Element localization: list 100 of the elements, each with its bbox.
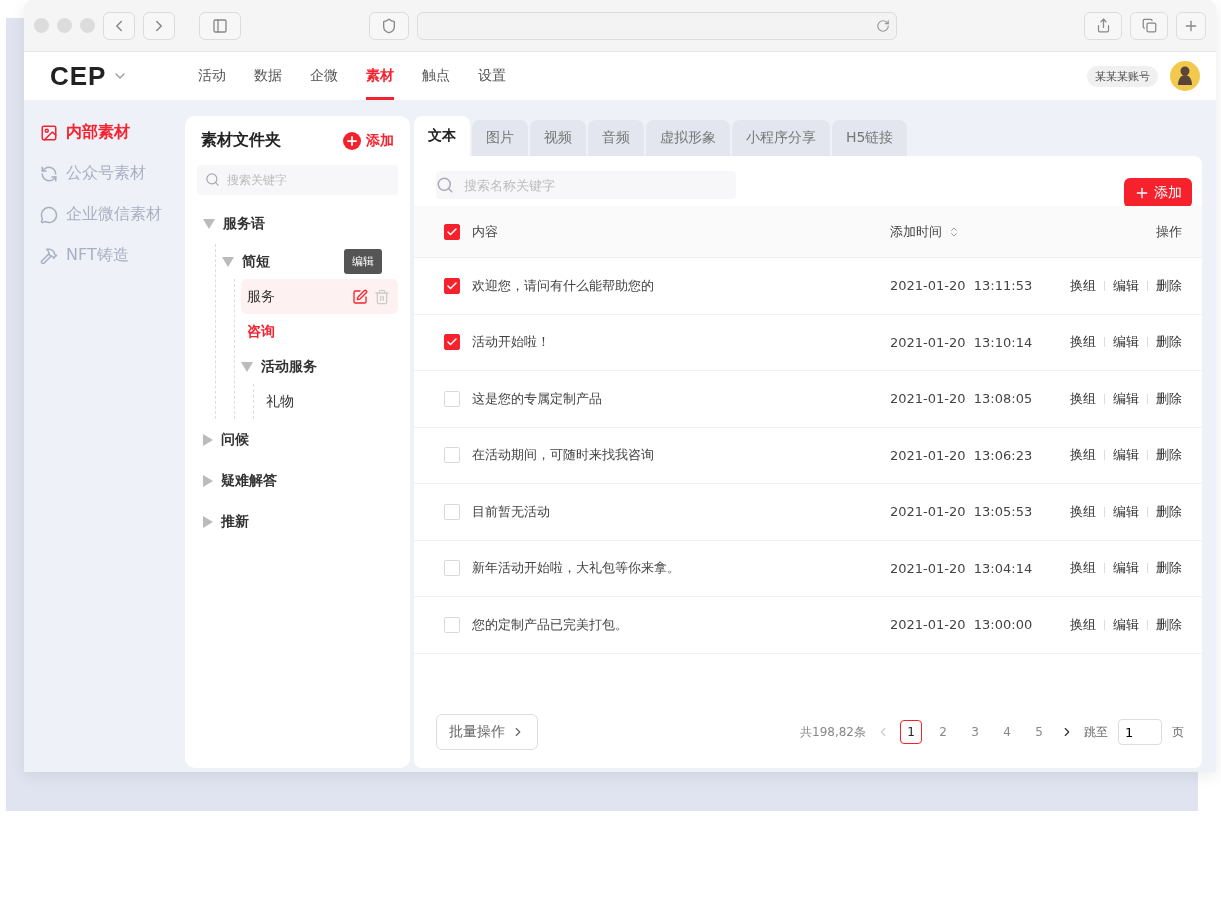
action-link[interactable]: 编辑 bbox=[1113, 615, 1139, 634]
folder-label[interactable]: 问候 bbox=[221, 430, 250, 449]
action-link[interactable]: 编辑 bbox=[1113, 389, 1139, 408]
nav-tab[interactable]: 数据 bbox=[254, 52, 283, 100]
content-tab[interactable]: 图片 bbox=[472, 120, 528, 156]
action-link[interactable]: 编辑 bbox=[1113, 333, 1139, 352]
sidebar-icon[interactable] bbox=[212, 17, 228, 34]
sidebar-item[interactable]: 内部素材 bbox=[40, 122, 182, 143]
total-count: 共198,82条 bbox=[800, 723, 866, 741]
caret-right-icon[interactable] bbox=[203, 515, 214, 528]
nav-tab[interactable]: 设置 bbox=[478, 52, 507, 100]
table-cell: 2021-01-20 13:06:23 bbox=[890, 447, 1033, 463]
nav-tab[interactable]: 企微 bbox=[310, 52, 339, 100]
action-link[interactable]: 换组 bbox=[1070, 389, 1096, 408]
chat-icon bbox=[40, 205, 58, 224]
forward-button[interactable] bbox=[143, 11, 175, 40]
action-link[interactable]: 删除 bbox=[1156, 502, 1182, 521]
image-icon bbox=[40, 123, 58, 142]
table-cell: 在活动期间，可随时来找我咨询 bbox=[472, 446, 654, 465]
avatar-icon[interactable] bbox=[1170, 61, 1200, 91]
panel-title: 素材文件夹 bbox=[201, 130, 282, 151]
table-cell: 这是您的专属定制产品 bbox=[472, 389, 602, 408]
action-link[interactable]: 换组 bbox=[1070, 333, 1096, 352]
logo: CEP bbox=[50, 60, 107, 92]
column-header[interactable]: 添加时间 bbox=[890, 222, 942, 241]
sort-icon[interactable] bbox=[948, 225, 960, 238]
table-cell: 欢迎您，请问有什么能帮助您的 bbox=[472, 276, 654, 295]
folder-label[interactable]: 服务语 bbox=[223, 214, 266, 233]
reload-icon[interactable] bbox=[876, 18, 890, 33]
search-field[interactable]: 搜索名称关键字 bbox=[436, 171, 736, 199]
caret-down-icon[interactable] bbox=[203, 218, 216, 229]
action-link[interactable]: 编辑 bbox=[1113, 559, 1139, 578]
page-input[interactable]: 1 bbox=[1118, 719, 1162, 745]
page-button[interactable]: 1 bbox=[900, 720, 922, 744]
action-link[interactable]: 编辑 bbox=[1113, 276, 1139, 295]
plus-icon[interactable] bbox=[1134, 185, 1150, 201]
content-tab[interactable]: H5链接 bbox=[832, 120, 908, 156]
folder-label[interactable]: 疑难解答 bbox=[221, 471, 278, 490]
share-button[interactable] bbox=[1084, 11, 1122, 40]
nav-tab[interactable]: 素材 bbox=[366, 52, 395, 100]
action-link[interactable]: 删除 bbox=[1156, 333, 1182, 352]
content-tab[interactable]: 视频 bbox=[530, 120, 586, 156]
action-link[interactable]: 删除 bbox=[1156, 615, 1182, 634]
page-unit: 页 bbox=[1172, 723, 1184, 741]
shield-icon[interactable] bbox=[381, 17, 397, 34]
action-link[interactable]: 删除 bbox=[1156, 389, 1182, 408]
tooltip: 编辑 bbox=[344, 249, 382, 274]
sidebar-button[interactable] bbox=[199, 11, 241, 40]
action-link[interactable]: 删除 bbox=[1156, 276, 1182, 295]
caret-down-icon[interactable] bbox=[241, 361, 254, 372]
table-cell: 2021-01-20 13:10:14 bbox=[890, 334, 1033, 350]
add-button[interactable]: 添加 bbox=[1124, 178, 1192, 208]
folder-label[interactable]: 推新 bbox=[221, 512, 250, 531]
content-tab[interactable]: 文本 bbox=[414, 116, 470, 156]
content-tab[interactable]: 虚拟形象 bbox=[646, 120, 730, 156]
new-tab-button[interactable] bbox=[1176, 11, 1206, 40]
shield-button[interactable] bbox=[369, 11, 409, 40]
nav-tab[interactable]: 活动 bbox=[198, 52, 227, 100]
action-link[interactable]: 删除 bbox=[1156, 446, 1182, 465]
table-cell: 活动开始啦！ bbox=[472, 333, 550, 352]
content-tab[interactable]: 音频 bbox=[588, 120, 644, 156]
add-folder-button[interactable]: 添加 bbox=[343, 131, 394, 150]
caret-down-icon[interactable] bbox=[222, 256, 235, 267]
action-link[interactable]: 删除 bbox=[1156, 559, 1182, 578]
table-cell: 2021-01-20 13:00:00 bbox=[890, 617, 1033, 633]
account-badge[interactable]: 某某某账号 bbox=[1087, 65, 1158, 87]
trash-icon[interactable] bbox=[374, 288, 390, 305]
table-cell: 2021-01-20 13:08:05 bbox=[890, 391, 1033, 407]
nav-tab[interactable]: 触点 bbox=[422, 52, 451, 100]
content-tab[interactable]: 小程序分享 bbox=[732, 120, 830, 156]
hammer-icon bbox=[40, 246, 58, 265]
batch-button[interactable]: 批量操作 bbox=[436, 714, 538, 750]
edit-icon[interactable] bbox=[352, 288, 368, 305]
back-button[interactable] bbox=[103, 11, 135, 40]
action-link[interactable]: 换组 bbox=[1070, 276, 1096, 295]
table-cell: 2021-01-20 13:04:14 bbox=[890, 560, 1033, 576]
folder-label[interactable]: 咨询 bbox=[247, 322, 276, 341]
column-header: 内容 bbox=[472, 222, 498, 241]
folder-label[interactable]: 服务 bbox=[247, 287, 276, 306]
table-cell: 目前暂无活动 bbox=[472, 502, 550, 521]
folder-label[interactable]: 礼物 bbox=[266, 392, 295, 411]
sidebar-label[interactable]: 内部素材 bbox=[66, 122, 130, 143]
tabs-button[interactable] bbox=[1130, 11, 1168, 40]
table-cell: 2021-01-20 13:11:53 bbox=[890, 278, 1033, 294]
folder-label[interactable]: 简短 bbox=[242, 252, 271, 271]
share-icon[interactable] bbox=[1095, 18, 1111, 33]
action-link[interactable]: 换组 bbox=[1070, 559, 1096, 578]
caret-right-icon[interactable] bbox=[203, 474, 214, 487]
plus-circle-icon[interactable] bbox=[343, 131, 361, 150]
copy-icon[interactable] bbox=[1141, 18, 1157, 33]
action-link[interactable]: 编辑 bbox=[1113, 446, 1139, 465]
action-link[interactable]: 换组 bbox=[1070, 446, 1096, 465]
action-link[interactable]: 换组 bbox=[1070, 502, 1096, 521]
table-cell: 您的定制产品已完美打包。 bbox=[472, 615, 628, 634]
action-link[interactable]: 编辑 bbox=[1113, 502, 1139, 521]
table-cell: 2021-01-20 13:05:53 bbox=[890, 504, 1033, 520]
caret-right-icon[interactable] bbox=[203, 433, 214, 446]
folder-label[interactable]: 活动服务 bbox=[261, 357, 318, 376]
action-link[interactable]: 换组 bbox=[1070, 615, 1096, 634]
refresh-icon bbox=[40, 164, 58, 183]
